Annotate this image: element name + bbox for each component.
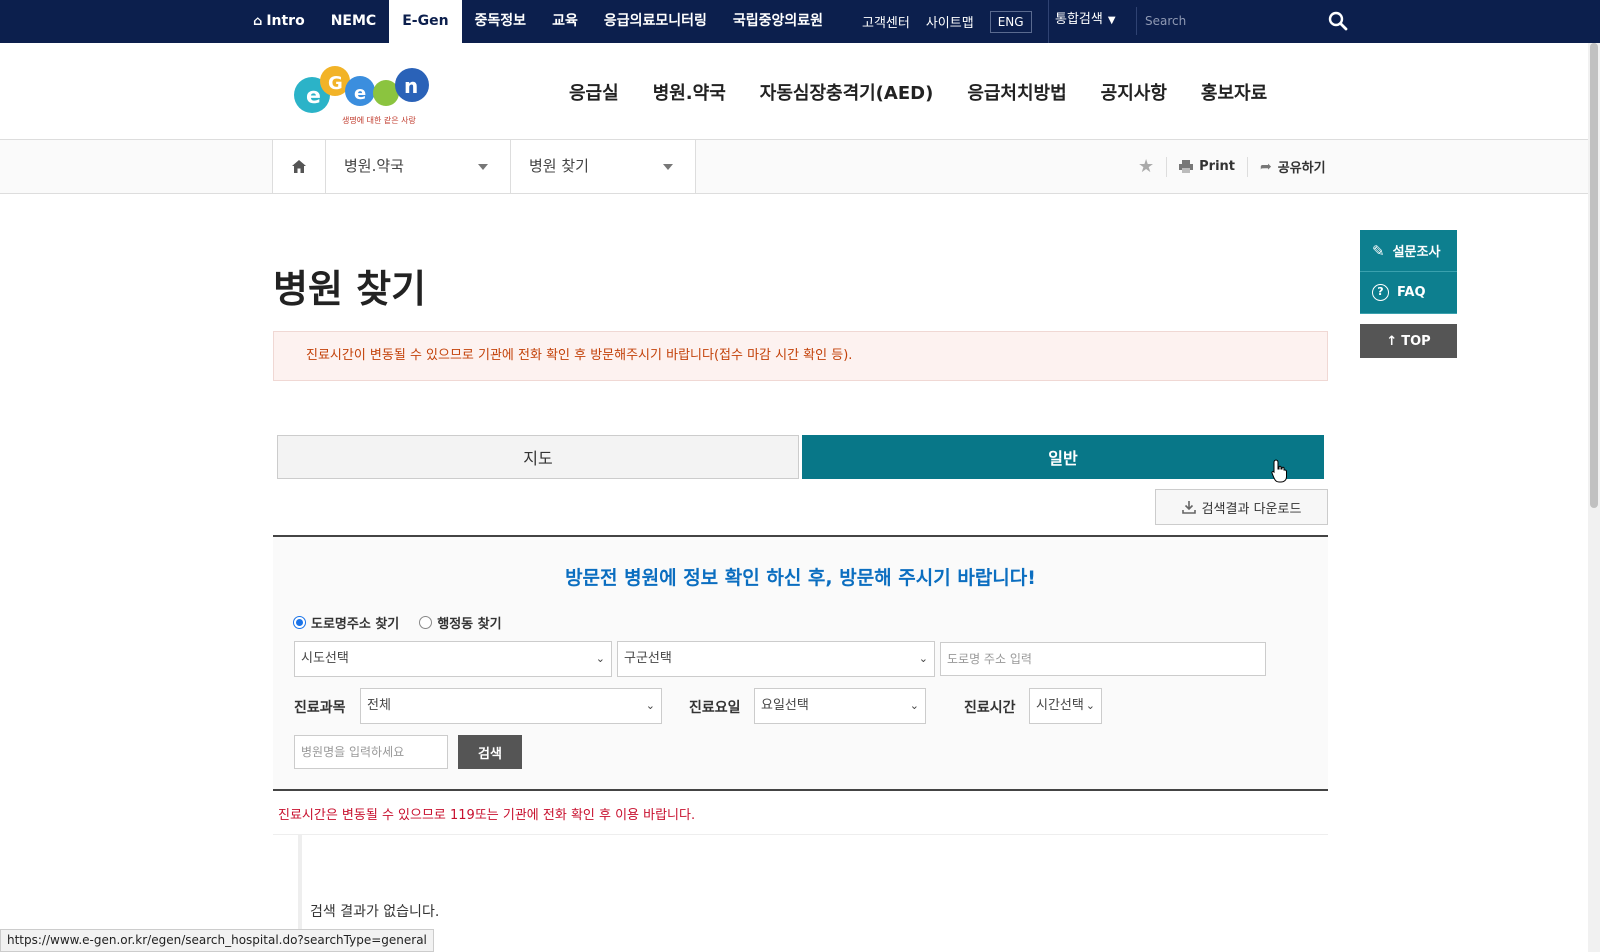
page-title: 병원 찾기	[273, 267, 427, 311]
radio-checked[interactable]	[293, 616, 306, 629]
top-nav-nemc[interactable]: NEMC	[318, 0, 390, 43]
day-label: 진료요일	[689, 700, 741, 716]
dept-select[interactable]: 전체 ⌄	[360, 688, 662, 724]
main-nav-notice[interactable]: 공지사항	[1084, 79, 1184, 105]
tab-map[interactable]: 지도	[277, 435, 799, 479]
share-icon: ➦	[1260, 158, 1272, 175]
status-bar-url: https://www.e-gen.or.kr/egen/search_hosp…	[0, 929, 434, 952]
chevron-down-icon: ⌄	[595, 652, 605, 665]
customer-center-link[interactable]: 고객센터	[862, 12, 910, 31]
svg-text:e: e	[354, 83, 366, 104]
day-select[interactable]: 요일선택 ⌄	[754, 688, 926, 724]
top-bar: ⌂ Intro NEMC E-Gen 중독정보 교육 응급의료모니터링 국립중앙의…	[0, 0, 1600, 43]
top-nav-education[interactable]: 교육	[539, 0, 591, 43]
top-nav-nmc[interactable]: 국립중앙의료원	[720, 0, 836, 43]
svg-text:G: G	[328, 73, 343, 94]
print-button[interactable]: Print	[1166, 156, 1247, 177]
site-header: e G e n 생명에 대한 같은 사랑 응급실 병원.약국 자동심장충격기(A…	[0, 43, 1600, 140]
egen-logo[interactable]: e G e n 생명에 대한 같은 사랑	[290, 57, 440, 129]
top-nav-poison[interactable]: 중독정보	[462, 0, 540, 43]
time-select[interactable]: 시간선택 ⌄	[1029, 688, 1102, 724]
main-nav-firstaid[interactable]: 응급처치방법	[950, 79, 1083, 105]
caret-down-icon	[478, 164, 488, 170]
tab-general[interactable]: 일반	[802, 435, 1324, 479]
no-results-text: 검색 결과가 없습니다.	[310, 904, 440, 920]
dept-label: 진료과목	[294, 700, 346, 716]
svg-text:e: e	[306, 84, 321, 109]
search-scope-dropdown[interactable]: 통합검색 ▼	[1048, 0, 1136, 43]
main-nav-hospital[interactable]: 병원.약국	[636, 79, 743, 105]
search-icon[interactable]	[1328, 11, 1348, 31]
printer-icon	[1179, 160, 1194, 173]
top-nav-monitoring[interactable]: 응급의료모니터링	[591, 0, 720, 43]
share-button[interactable]: ➦ 공유하기	[1247, 156, 1338, 177]
chevron-down-icon: ⌄	[909, 699, 919, 712]
quick-menu: ✎ 설문조사 ? FAQ ↑ TOP	[1360, 230, 1457, 358]
main-nav-aed[interactable]: 자동심장충격기(AED)	[743, 79, 951, 105]
star-icon: ★	[1138, 156, 1155, 177]
scroll-top-button[interactable]: ↑ TOP	[1360, 324, 1457, 358]
survey-button[interactable]: ✎ 설문조사	[1360, 230, 1457, 272]
top-nav-intro[interactable]: ⌂ Intro	[240, 0, 318, 43]
arrow-up-icon: ↑	[1386, 333, 1398, 349]
download-results-button[interactable]: 검색결과 다운로드	[1155, 489, 1328, 525]
radio-road-address[interactable]: 도로명주소 찾기	[293, 613, 399, 632]
top-nav: ⌂ Intro NEMC E-Gen 중독정보 교육 응급의료모니터링 국립중앙의…	[240, 0, 836, 43]
top-search-input[interactable]	[1136, 7, 1356, 35]
search-panel: 방문전 병원에 정보 확인 하신 후, 방문해 주시기 바랍니다! 도로명주소 …	[273, 535, 1328, 791]
caret-down-icon: ▼	[1107, 15, 1116, 26]
mouse-cursor-icon	[1271, 459, 1287, 483]
chevron-down-icon: ⌄	[1085, 699, 1095, 712]
main-nav-pr[interactable]: 홍보자료	[1184, 79, 1284, 105]
favorite-button[interactable]: ★	[1126, 156, 1166, 177]
download-icon	[1181, 501, 1196, 514]
edit-icon: ✎	[1372, 241, 1385, 260]
radio-unchecked[interactable]	[419, 616, 433, 629]
main-nav-er[interactable]: 응급실	[552, 79, 636, 105]
vertical-scrollbar[interactable]	[1588, 43, 1600, 952]
top-nav-egen[interactable]: E-Gen	[389, 0, 462, 43]
breadcrumb: 병원.약국 병원 찾기 ★ Print ➦ 공유하기	[0, 140, 1600, 194]
scrollbar-thumb[interactable]	[1590, 43, 1598, 508]
sido-select[interactable]: 시도선택 ⌄	[294, 641, 612, 677]
radio-admin-district[interactable]: 행정동 찾기	[419, 613, 502, 632]
search-button[interactable]: 검색	[458, 735, 522, 769]
svg-text:n: n	[404, 74, 418, 98]
breadcrumb-home[interactable]	[272, 140, 326, 193]
time-label: 진료시간	[964, 700, 1016, 716]
chevron-down-icon: ⌄	[918, 652, 928, 665]
breadcrumb-tools: ★ Print ➦ 공유하기	[1126, 140, 1338, 193]
faq-button[interactable]: ? FAQ	[1360, 272, 1457, 314]
caret-down-icon	[663, 164, 673, 170]
breadcrumb-level2-dropdown[interactable]: 병원 찾기	[511, 140, 696, 193]
hospital-name-input[interactable]	[294, 735, 448, 769]
home-icon: ⌂	[253, 14, 263, 29]
search-heading: 방문전 병원에 정보 확인 하신 후, 방문해 주시기 바랍니다!	[565, 567, 1036, 589]
eng-link[interactable]: ENG	[989, 10, 1032, 33]
road-address-input[interactable]	[940, 642, 1266, 676]
address-type-radios: 도로명주소 찾기 행정동 찾기	[293, 613, 502, 632]
main-nav: 응급실 병원.약국 자동심장충격기(AED) 응급처치방법 공지사항 홍보자료	[552, 43, 1284, 140]
svg-text:생명에 대한 같은 사랑: 생명에 대한 같은 사랑	[342, 115, 417, 125]
gugun-select[interactable]: 구군선택 ⌄	[617, 641, 935, 677]
chevron-down-icon: ⌄	[645, 699, 655, 712]
home-icon	[292, 160, 306, 173]
sitemap-link[interactable]: 사이트맵	[926, 12, 974, 31]
question-icon: ?	[1372, 284, 1389, 301]
top-links: 고객센터 사이트맵 ENG	[862, 0, 1032, 43]
visit-notice: 진료시간이 변동될 수 있으므로 기관에 전화 확인 후 방문해주시기 바랍니다…	[273, 331, 1328, 381]
breadcrumb-level1-dropdown[interactable]: 병원.약국	[326, 140, 511, 193]
hours-notice: 진료시간은 변동될 수 있으므로 119또는 기관에 전화 확인 후 이용 바랍…	[278, 808, 696, 823]
